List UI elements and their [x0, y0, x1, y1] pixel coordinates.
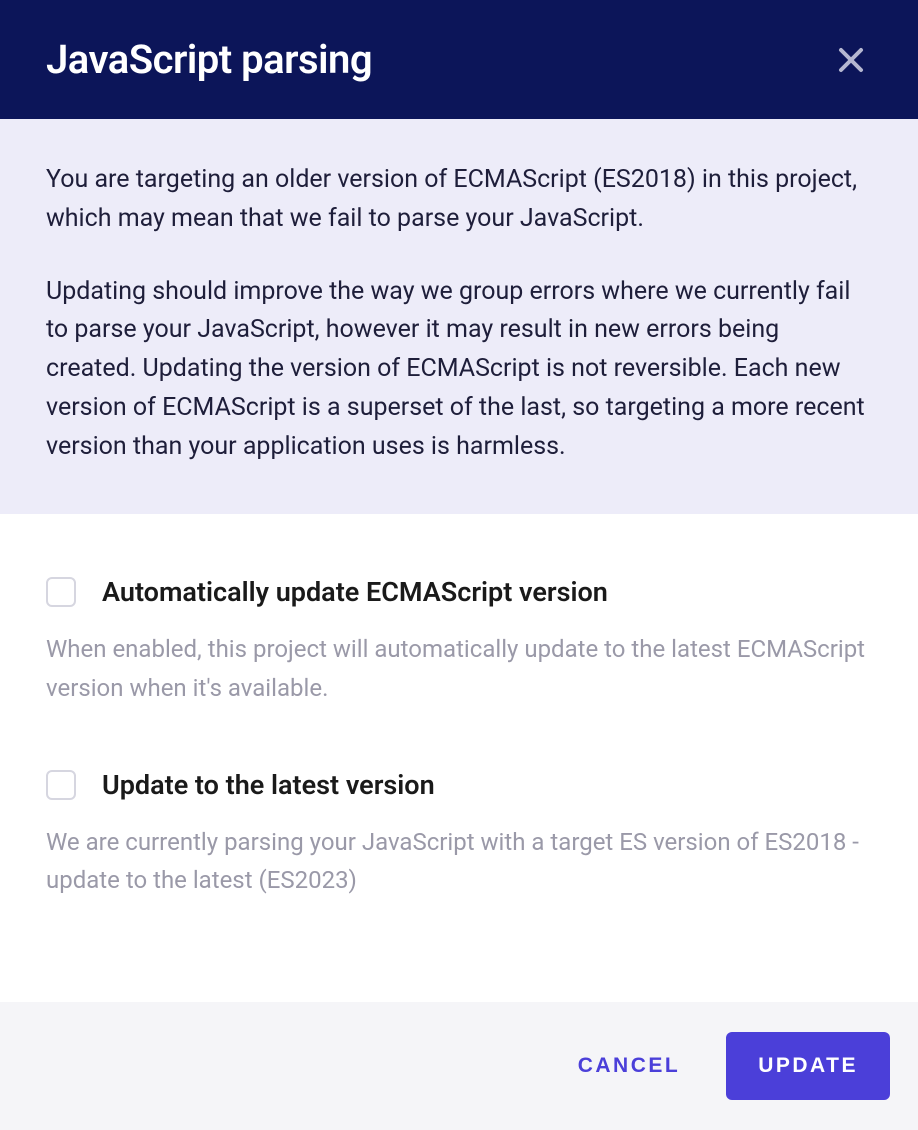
option-row: Update to the latest version	[46, 769, 872, 801]
close-button[interactable]	[830, 39, 872, 81]
update-latest-label: Update to the latest version	[102, 769, 435, 801]
option-auto-update: Automatically update ECMAScript version …	[46, 576, 872, 707]
close-icon	[836, 45, 866, 75]
option-update-latest: Update to the latest version We are curr…	[46, 769, 872, 900]
auto-update-checkbox[interactable]	[46, 577, 76, 607]
intro-paragraph-2: Updating should improve the way we group…	[46, 273, 872, 467]
update-button[interactable]: UPDATE	[726, 1032, 890, 1100]
intro-paragraph-1: You are targeting an older version of EC…	[46, 161, 872, 239]
dialog-footer: CANCEL UPDATE	[0, 1002, 918, 1130]
update-latest-description: We are currently parsing your JavaScript…	[46, 823, 872, 900]
dialog-header: JavaScript parsing	[0, 0, 918, 119]
dialog-title: JavaScript parsing	[46, 36, 372, 83]
update-latest-checkbox[interactable]	[46, 770, 76, 800]
cancel-button[interactable]: CANCEL	[572, 1044, 687, 1088]
auto-update-label: Automatically update ECMAScript version	[102, 576, 608, 608]
auto-update-description: When enabled, this project will automati…	[46, 630, 872, 707]
option-row: Automatically update ECMAScript version	[46, 576, 872, 608]
options-section: Automatically update ECMAScript version …	[0, 514, 918, 1002]
dialog-intro: You are targeting an older version of EC…	[0, 119, 918, 514]
dialog-javascript-parsing: JavaScript parsing You are targeting an …	[0, 0, 918, 1130]
